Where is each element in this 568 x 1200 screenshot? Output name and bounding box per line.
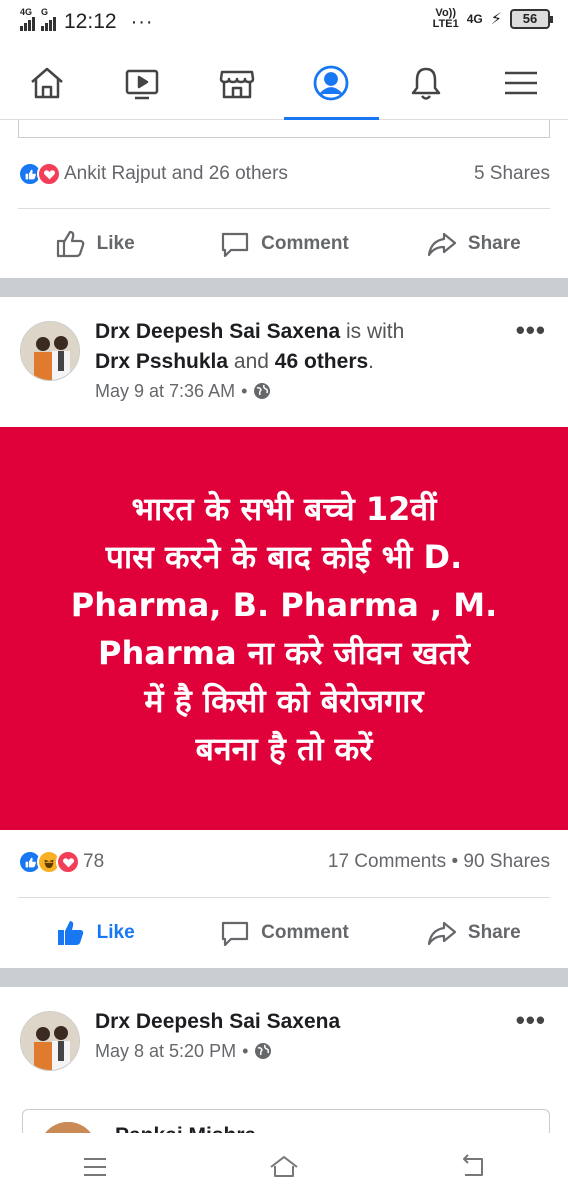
tab-menu[interactable]: [473, 46, 568, 119]
share-button[interactable]: Share: [379, 210, 568, 278]
home-button[interactable]: [189, 1133, 378, 1200]
recent-apps-icon: [83, 1157, 106, 1176]
share-label: Share: [467, 233, 521, 254]
divider: [18, 208, 550, 209]
with-text: is with: [340, 320, 405, 343]
like-button[interactable]: Like: [0, 899, 189, 967]
comments-count[interactable]: 17 Comments: [328, 851, 446, 872]
post-actions: Like Comment Share: [0, 210, 568, 278]
reaction-icons: [18, 850, 80, 874]
notification-dots: ···: [130, 10, 154, 33]
avatar[interactable]: [20, 1011, 80, 1071]
network-4g-label: 4G: [466, 12, 483, 26]
love-reaction-icon: [37, 162, 61, 186]
thumbs-up-icon: [56, 230, 84, 258]
volte-indicator: Vo)) LTE1: [432, 7, 459, 30]
post-card: Drx Deepesh Sai Saxena May 8 at 5:20 PM …: [0, 987, 568, 1133]
post-author-line: Drx Deepesh Sai Saxena is with Drx Psshu…: [95, 317, 500, 405]
author-name[interactable]: Drx Deepesh Sai Saxena: [95, 1010, 340, 1033]
post-card: Drx Deepesh Sai Saxena is with Drx Psshu…: [0, 297, 568, 968]
divider: [18, 897, 550, 898]
comment-icon: [222, 232, 249, 258]
signal-icon: G: [41, 7, 56, 31]
and-text: and: [228, 350, 275, 373]
post-text-banner[interactable]: भारत के सभी बच्चे 12वीं पास करने के बाद …: [0, 427, 568, 830]
back-button[interactable]: [379, 1133, 568, 1200]
video-icon: [125, 69, 159, 99]
like-label: Like: [96, 233, 135, 254]
signal-icon: 4G: [20, 7, 35, 31]
love-reaction-icon: [56, 850, 80, 874]
tab-home[interactable]: [0, 46, 95, 119]
menu-icon: [504, 71, 537, 94]
top-nav: [0, 46, 568, 120]
profile-icon: [313, 65, 349, 100]
post-header: Drx Deepesh Sai Saxena May 8 at 5:20 PM …: [18, 1005, 550, 1101]
tagged-others-link[interactable]: 46 others: [275, 350, 368, 373]
marketplace-icon: [219, 70, 254, 98]
like-label: Like: [96, 922, 135, 943]
more-options-button[interactable]: •••: [516, 315, 546, 346]
status-bar: 4G G 12:12 ··· Vo)) LTE1 4G ⚡ 56: [0, 0, 568, 46]
reactions-summary[interactable]: Ankit Rajput and 26 others 5 Shares: [18, 152, 550, 196]
share-icon: [427, 921, 457, 946]
reaction-icons: [18, 162, 61, 186]
shares-count[interactable]: 5 Shares: [474, 163, 550, 185]
home-icon: [31, 67, 64, 98]
tab-watch[interactable]: [95, 46, 190, 119]
banner-text: भारत के सभी बच्चे 12वीं पास करने के बाद …: [70, 489, 498, 768]
avatar[interactable]: [20, 321, 80, 381]
post-author-line: Drx Deepesh Sai Saxena May 8 at 5:20 PM …: [95, 1007, 500, 1065]
reactions-summary[interactable]: 78 17 Comments • 90 Shares: [18, 840, 550, 884]
globe-icon: [255, 1043, 272, 1059]
tab-profile[interactable]: [284, 46, 379, 120]
bell-icon: [411, 67, 441, 100]
comment-button[interactable]: Comment: [189, 210, 378, 278]
avatar[interactable]: [39, 1122, 97, 1133]
battery-icon: 56: [510, 9, 553, 29]
tab-marketplace[interactable]: [189, 46, 284, 119]
globe-icon: [254, 383, 271, 399]
post-header: Drx Deepesh Sai Saxena is with Drx Psshu…: [18, 315, 550, 411]
post-timestamp[interactable]: May 9 at 7:36 AM: [95, 377, 235, 405]
tagged-user[interactable]: Drx Psshukla: [95, 350, 228, 373]
reactions-text: Ankit Rajput and 26 others: [64, 163, 288, 184]
shared-author-name[interactable]: Pankaj Mishra: [115, 1124, 256, 1133]
back-icon: [463, 1153, 484, 1176]
home-outline-icon: [270, 1155, 298, 1177]
share-button[interactable]: Share: [379, 899, 568, 967]
post-timestamp[interactable]: May 8 at 5:20 PM: [95, 1037, 236, 1065]
share-label: Share: [467, 922, 521, 943]
shares-count[interactable]: 90 Shares: [463, 851, 550, 872]
shared-post-box[interactable]: Pankaj Mishra: [22, 1109, 550, 1133]
news-feed[interactable]: Ankit Rajput and 26 others 5 Shares Like…: [0, 120, 568, 1133]
shared-content-box: [18, 120, 550, 138]
post-actions: Like Comment Share: [0, 899, 568, 967]
like-button[interactable]: Like: [0, 210, 189, 278]
comment-icon: [222, 921, 249, 947]
network-type-label: G: [41, 7, 49, 17]
charging-icon: ⚡: [490, 11, 502, 28]
post-meta: May 8 at 5:20 PM •: [95, 1037, 500, 1065]
reaction-count: 78: [83, 851, 105, 872]
author-name[interactable]: Drx Deepesh Sai Saxena: [95, 320, 340, 343]
comment-label: Comment: [261, 922, 349, 943]
network-type-label: 4G: [20, 7, 33, 17]
tab-notifications[interactable]: [379, 46, 474, 119]
post-card: Ankit Rajput and 26 others 5 Shares Like…: [0, 120, 568, 278]
post-meta: May 9 at 7:36 AM •: [95, 377, 500, 405]
clock: 12:12: [64, 10, 117, 33]
system-nav-bar: [0, 1133, 568, 1200]
thumbs-up-filled-icon: [57, 921, 83, 945]
comment-label: Comment: [261, 233, 349, 254]
comment-button[interactable]: Comment: [189, 899, 378, 967]
recent-apps-button[interactable]: [0, 1133, 189, 1200]
more-options-button[interactable]: •••: [516, 1005, 546, 1036]
share-icon: [427, 232, 457, 257]
